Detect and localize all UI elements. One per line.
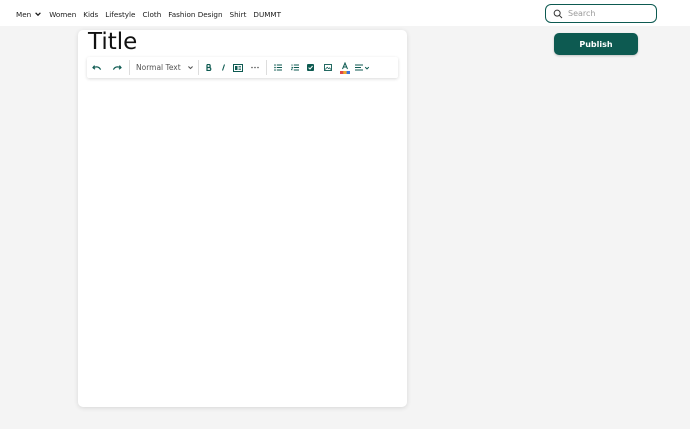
- undo-icon: [92, 64, 102, 70]
- redo-button[interactable]: [107, 57, 127, 78]
- nav-item-label: Cloth: [142, 9, 162, 19]
- nav-item-fashion-design[interactable]: Fashion Design: [168, 10, 222, 19]
- bullet-list-icon: [274, 64, 282, 71]
- toolbar-divider: [266, 60, 267, 75]
- more-icon: [250, 66, 259, 69]
- nav-item-men[interactable]: Men: [16, 10, 42, 19]
- image-icon: [323, 64, 332, 71]
- nav-item-label: Fashion Design: [168, 9, 223, 19]
- toolbar-divider: [198, 60, 199, 75]
- nav-item-label: DUMMT: [253, 9, 281, 19]
- nav-item-label: Lifestyle: [105, 9, 136, 19]
- text-color-icon: [339, 61, 350, 74]
- post-title[interactable]: Title: [88, 29, 137, 55]
- align-dropdown-button[interactable]: [353, 57, 372, 78]
- more-options-button[interactable]: [246, 57, 263, 78]
- checkbox-icon: [307, 64, 314, 71]
- nav-item-dummt[interactable]: DUMMT: [253, 10, 281, 19]
- editor-toolbar: Normal Text: [87, 57, 398, 78]
- nav-item-kids[interactable]: Kids: [83, 10, 98, 19]
- nav-item-shirt[interactable]: Shirt: [230, 10, 247, 19]
- bold-icon: [205, 64, 211, 71]
- undo-button[interactable]: [87, 57, 107, 78]
- bold-button[interactable]: [201, 57, 216, 78]
- nav-item-cloth[interactable]: Cloth: [142, 10, 161, 19]
- chevron-down-icon: [188, 66, 193, 70]
- chevron-down-icon: [35, 12, 42, 17]
- block-type-value: Normal Text: [136, 63, 181, 72]
- nav-item-label: Shirt: [229, 9, 247, 19]
- category-nav: Men Women Kids Lifestyle Cloth Fashion D…: [16, 0, 288, 28]
- publish-button[interactable]: Publish: [554, 33, 638, 55]
- nav-item-label: Women: [49, 9, 77, 19]
- numbered-list-icon: [290, 64, 299, 71]
- nav-item-label: Men: [16, 9, 32, 19]
- numbered-list-button[interactable]: [287, 57, 302, 78]
- search-input[interactable]: [568, 9, 648, 18]
- bullet-list-button[interactable]: [269, 57, 287, 78]
- insert-image-button[interactable]: [319, 57, 336, 78]
- redo-icon: [112, 64, 122, 70]
- search-box[interactable]: [545, 4, 657, 23]
- italic-button[interactable]: [216, 57, 230, 78]
- code-icon: [233, 63, 243, 72]
- search-icon: [553, 9, 563, 18]
- code-block-button[interactable]: [230, 57, 246, 78]
- editor-content-area[interactable]: [87, 82, 398, 400]
- chevron-down-icon: [364, 66, 370, 70]
- block-type-select[interactable]: Normal Text: [130, 57, 198, 78]
- checkbox-button[interactable]: [302, 57, 319, 78]
- nav-item-women[interactable]: Women: [49, 10, 76, 19]
- editor-card: Title Normal Text: [78, 29, 407, 407]
- italic-icon: [221, 64, 225, 71]
- nav-item-lifestyle[interactable]: Lifestyle: [105, 10, 135, 19]
- align-icon: [355, 64, 363, 71]
- nav-item-label: Kids: [83, 9, 99, 19]
- text-color-button[interactable]: [336, 57, 353, 78]
- top-navigation-bar: Men Women Kids Lifestyle Cloth Fashion D…: [0, 0, 690, 26]
